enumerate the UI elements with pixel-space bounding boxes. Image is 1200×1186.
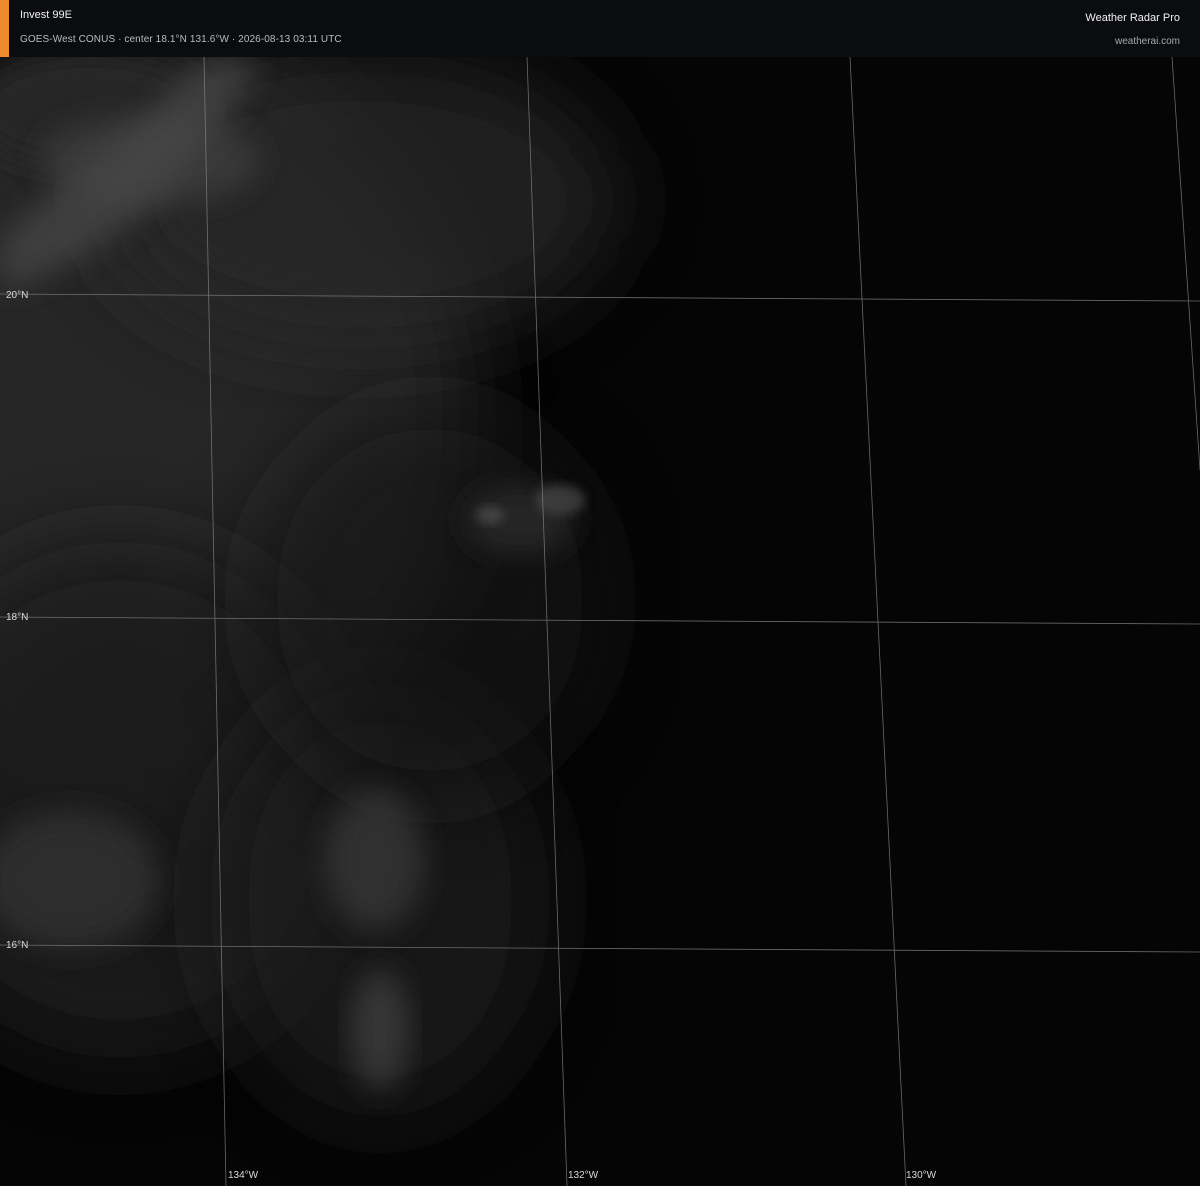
brand-name: Weather Radar Pro bbox=[1085, 12, 1180, 24]
lat-label-18n: 18°N bbox=[6, 612, 29, 623]
lat-label-20n: 20°N bbox=[6, 290, 29, 301]
lat-label-16n: 16°N bbox=[6, 940, 29, 951]
storm-name: Invest 99E bbox=[20, 9, 72, 21]
lon-label-134w: 134°W bbox=[228, 1170, 259, 1181]
satellite-map[interactable]: 20°N 18°N 16°N 134°W 132°W 130°W bbox=[0, 57, 1200, 1186]
cloud-field bbox=[0, 57, 620, 1120]
site-link[interactable]: weatherai.com bbox=[1115, 36, 1180, 47]
header-bar: Invest 99E GOES-West CONUS · center 18.1… bbox=[0, 0, 1200, 58]
lon-label-132w: 132°W bbox=[568, 1170, 599, 1181]
accent-stripe bbox=[0, 0, 9, 57]
satellite-imagery bbox=[0, 57, 1200, 1186]
image-subtitle: GOES-West CONUS · center 18.1°N 131.6°W … bbox=[20, 34, 342, 45]
lon-label-130w: 130°W bbox=[906, 1170, 937, 1181]
